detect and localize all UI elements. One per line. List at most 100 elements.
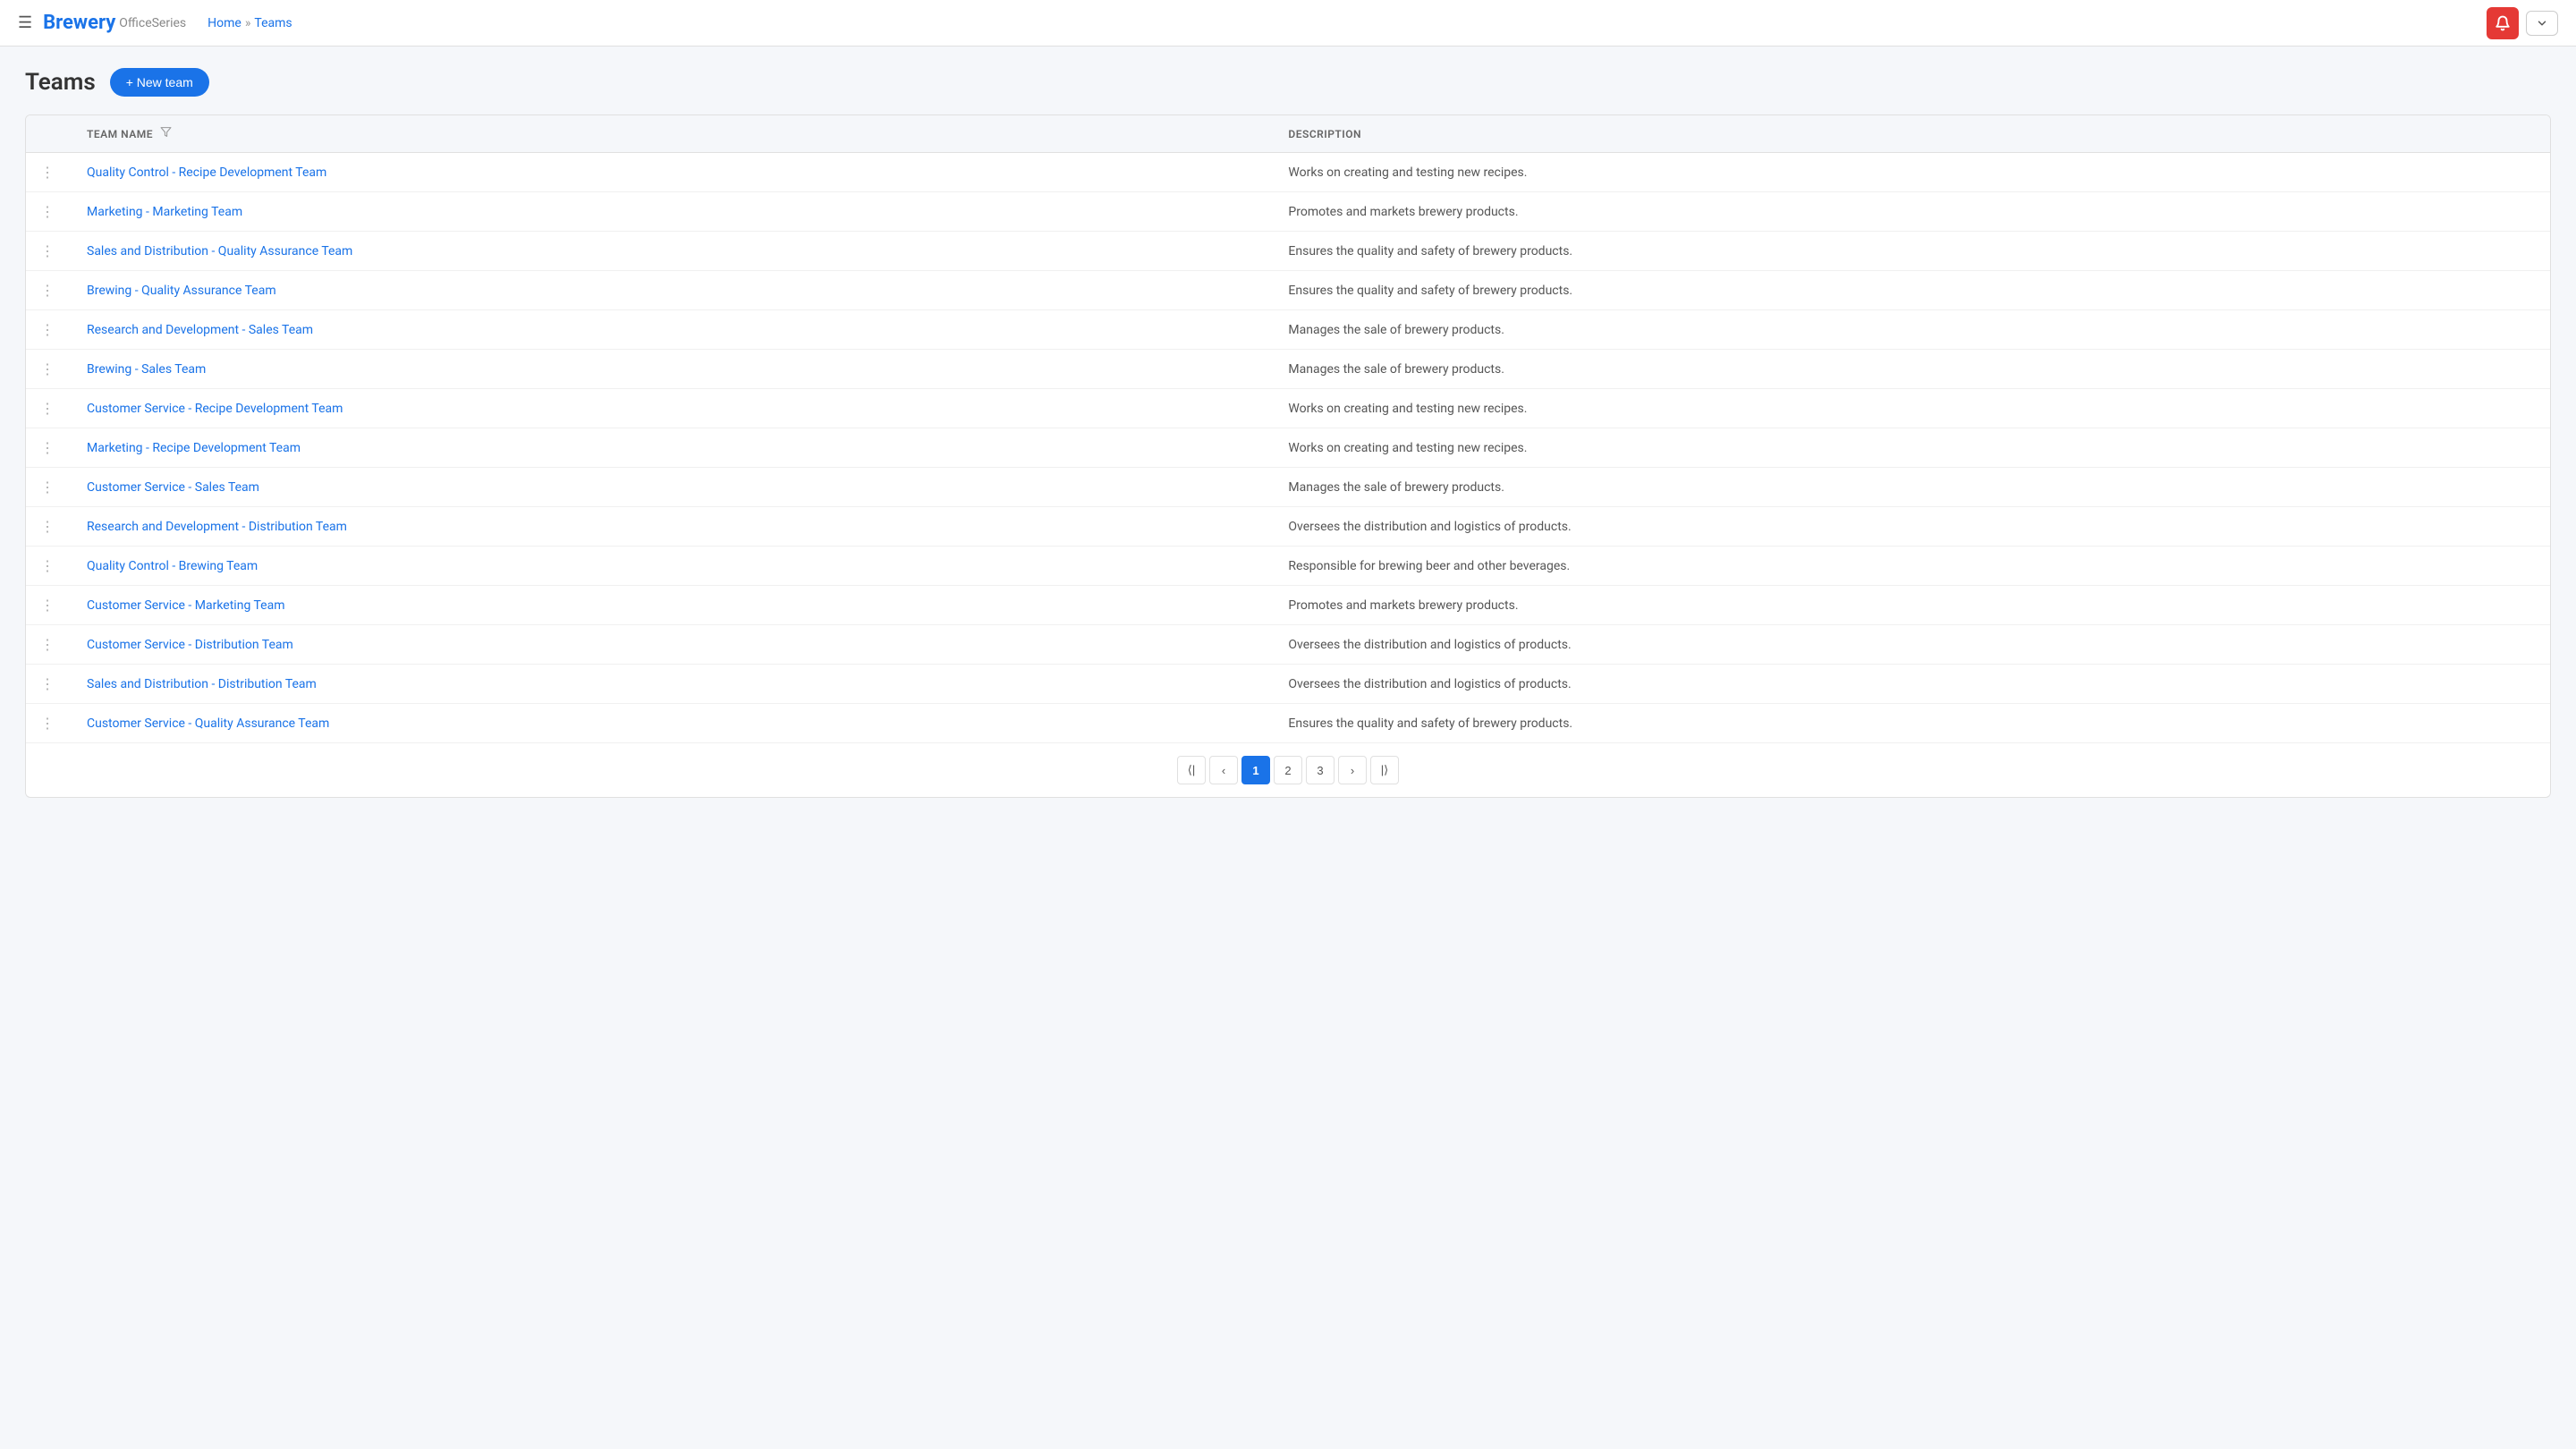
row-menu-cell: ⋮	[26, 232, 72, 271]
team-description-cell: Responsible for brewing beer and other b…	[1274, 547, 2550, 586]
team-name-cell: Quality Control - Recipe Development Tea…	[72, 153, 1274, 192]
next-page-button[interactable]: ›	[1338, 756, 1367, 784]
pagination: ⟨|‹123›|⟩	[1177, 756, 1399, 784]
page-title: Teams	[25, 69, 96, 96]
team-name-cell: Customer Service - Distribution Team	[72, 625, 1274, 665]
team-name-link[interactable]: Customer Service - Marketing Team	[87, 598, 285, 613]
team-name-link[interactable]: Sales and Distribution - Distribution Te…	[87, 677, 317, 691]
team-name-link[interactable]: Brewing - Quality Assurance Team	[87, 284, 276, 298]
row-menu-icon[interactable]: ⋮	[40, 597, 58, 614]
first-page-button[interactable]: ⟨|	[1177, 756, 1206, 784]
row-menu-icon[interactable]: ⋮	[40, 321, 58, 338]
row-menu-cell: ⋮	[26, 586, 72, 625]
filter-icon[interactable]	[160, 126, 172, 141]
row-menu-icon[interactable]: ⋮	[40, 636, 58, 653]
team-description-cell: Manages the sale of brewery products.	[1274, 468, 2550, 507]
table-row: ⋮ Sales and Distribution - Quality Assura…	[26, 232, 2550, 271]
user-dropdown-button[interactable]	[2526, 11, 2558, 36]
table-row: ⋮ Research and Development - Sales Team Ma…	[26, 310, 2550, 350]
row-menu-icon[interactable]: ⋮	[40, 479, 58, 496]
row-menu-cell: ⋮	[26, 665, 72, 704]
row-menu-cell: ⋮	[26, 428, 72, 468]
table-row: ⋮Marketing - Recipe Development TeamWork…	[26, 428, 2550, 468]
breadcrumb-current: Teams	[254, 16, 292, 30]
navbar: ☰ Brewery OfficeSeries Home » Teams	[0, 0, 2576, 47]
team-name-cell: Sales and Distribution - Distribution Te…	[72, 665, 1274, 704]
last-page-button[interactable]: |⟩	[1370, 756, 1399, 784]
team-name-cell: Marketing - Marketing Team	[72, 192, 1274, 232]
team-name-link[interactable]: Marketing - Recipe Development Team	[87, 441, 301, 455]
team-name-link[interactable]: Customer Service - Recipe Development Te…	[87, 402, 343, 416]
team-description-cell: Ensures the quality and safety of brewer…	[1274, 271, 2550, 310]
breadcrumb-separator: »	[245, 16, 251, 30]
new-team-button[interactable]: + New team	[110, 68, 209, 97]
team-description-cell: Ensures the quality and safety of brewer…	[1274, 704, 2550, 743]
row-menu-cell: ⋮	[26, 468, 72, 507]
row-menu-icon[interactable]: ⋮	[40, 675, 58, 692]
team-name-cell: Research and Development - Distribution …	[72, 507, 1274, 547]
row-menu-icon[interactable]: ⋮	[40, 715, 58, 732]
breadcrumb: Home » Teams	[208, 16, 292, 30]
chevron-down-icon	[2536, 17, 2548, 30]
col-header-menu	[26, 115, 72, 153]
team-name-cell: Customer Service - Sales Team	[72, 468, 1274, 507]
page-button-1[interactable]: 1	[1241, 756, 1270, 784]
page-button-3[interactable]: 3	[1306, 756, 1335, 784]
team-description-cell: Promotes and markets brewery products.	[1274, 586, 2550, 625]
team-description-cell: Works on creating and testing new recipe…	[1274, 153, 2550, 192]
row-menu-cell: ⋮	[26, 704, 72, 743]
row-menu-icon[interactable]: ⋮	[40, 439, 58, 456]
table-header: Team Name Description	[26, 115, 2550, 153]
prev-page-button[interactable]: ‹	[1209, 756, 1238, 784]
col-header-team-name: Team Name	[72, 115, 1274, 153]
team-name-cell: Customer Service - Marketing Team	[72, 586, 1274, 625]
page-content: Teams + New team Team Name	[0, 47, 2576, 819]
row-menu-cell: ⋮	[26, 389, 72, 428]
row-menu-icon[interactable]: ⋮	[40, 557, 58, 574]
team-name-cell: Customer Service - Quality Assurance Tea…	[72, 704, 1274, 743]
row-menu-cell: ⋮	[26, 153, 72, 192]
row-menu-icon[interactable]: ⋮	[40, 203, 58, 220]
teams-table: Team Name Description ⋮ Quality Control -…	[26, 115, 2550, 797]
table-row: ⋮ Customer Service - Marketing Team Promot…	[26, 586, 2550, 625]
row-menu-cell: ⋮	[26, 547, 72, 586]
row-menu-icon[interactable]: ⋮	[40, 164, 58, 181]
team-name-link[interactable]: Customer Service - Distribution Team	[87, 638, 293, 652]
team-description-cell: Promotes and markets brewery products.	[1274, 192, 2550, 232]
team-name-link[interactable]: Quality Control - Brewing Team	[87, 559, 258, 573]
table-row: ⋮ Marketing - Marketing Team Promotes and …	[26, 192, 2550, 232]
team-name-link[interactable]: Quality Control - Recipe Development Tea…	[87, 165, 326, 180]
team-name-link[interactable]: Marketing - Marketing Team	[87, 205, 242, 219]
page-button-2[interactable]: 2	[1274, 756, 1302, 784]
team-name-link[interactable]: Research and Development - Sales Team	[87, 323, 313, 337]
team-name-link[interactable]: Research and Development - Distribution …	[87, 520, 347, 534]
row-menu-cell: ⋮	[26, 192, 72, 232]
table-row: ⋮ Brewing - Quality Assurance Team Ensures…	[26, 271, 2550, 310]
table-row: ⋮ Brewing - Sales Team Manages the sale of…	[26, 350, 2550, 389]
hamburger-menu-icon[interactable]: ☰	[18, 13, 32, 32]
table-row: ⋮ Quality Control - Recipe Development Te…	[26, 153, 2550, 192]
team-name-cell: Marketing - Recipe Development Team	[72, 428, 1274, 468]
table-body: ⋮ Quality Control - Recipe Development Te…	[26, 153, 2550, 798]
team-name-link[interactable]: Sales and Distribution - Quality Assuran…	[87, 244, 352, 258]
row-menu-cell: ⋮	[26, 271, 72, 310]
page-header: Teams + New team	[25, 68, 2551, 97]
team-name-link[interactable]: Brewing - Sales Team	[87, 362, 206, 377]
row-menu-icon[interactable]: ⋮	[40, 242, 58, 259]
pagination-cell: ⟨|‹123›|⟩	[26, 743, 2550, 798]
team-description-cell: Manages the sale of brewery products.	[1274, 350, 2550, 389]
team-description-cell: Manages the sale of brewery products.	[1274, 310, 2550, 350]
row-menu-icon[interactable]: ⋮	[40, 518, 58, 535]
team-name-link[interactable]: Customer Service - Quality Assurance Tea…	[87, 716, 329, 731]
table-row: ⋮ Sales and Distribution - Distribution T…	[26, 665, 2550, 704]
team-name-cell: Research and Development - Sales Team	[72, 310, 1274, 350]
notification-button[interactable]	[2487, 7, 2519, 39]
row-menu-icon[interactable]: ⋮	[40, 360, 58, 377]
breadcrumb-home[interactable]: Home	[208, 16, 242, 30]
team-name-link[interactable]: Customer Service - Sales Team	[87, 480, 259, 495]
team-description-cell: Works on creating and testing new recipe…	[1274, 389, 2550, 428]
row-menu-icon[interactable]: ⋮	[40, 400, 58, 417]
table-row: ⋮ Research and Development - Distribution…	[26, 507, 2550, 547]
row-menu-icon[interactable]: ⋮	[40, 282, 58, 299]
row-menu-cell: ⋮	[26, 310, 72, 350]
